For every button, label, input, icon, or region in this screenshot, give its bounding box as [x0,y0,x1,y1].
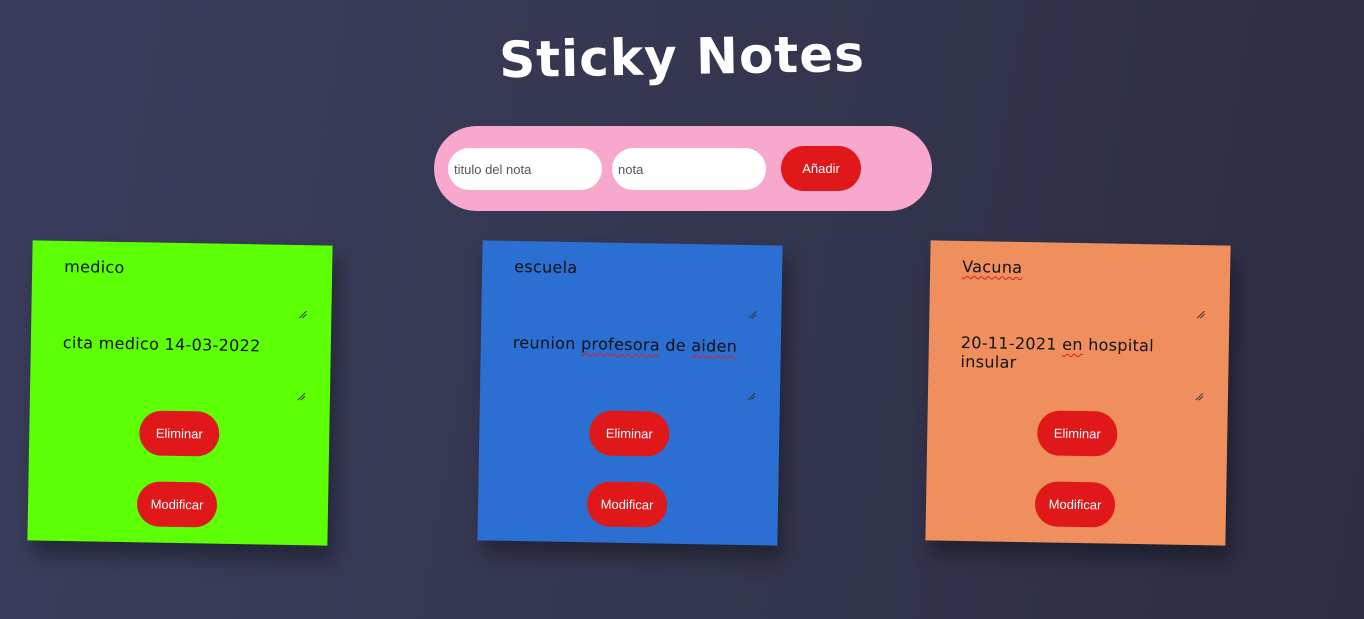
delete-note-button[interactable]: Eliminar [138,410,220,457]
note-text-input[interactable] [612,148,766,190]
add-note-button[interactable]: Añadir [781,146,861,191]
resize-handle-icon[interactable] [748,310,757,319]
note-body-text-part: de [659,335,692,356]
resize-handle-icon[interactable] [747,392,756,401]
resize-handle-icon[interactable] [1196,310,1205,319]
note-title-field[interactable]: escuela [513,257,758,319]
delete-note-button[interactable]: Eliminar [588,410,670,457]
note-body-text-part: aiden [691,336,738,356]
modify-note-button[interactable]: Modificar [1034,481,1116,528]
note-body-text-part: 20-11-2021 [960,332,1063,354]
sticky-note: medico cita medico 14-03-2022 Eliminar M… [27,240,333,546]
note-title-input[interactable] [448,148,602,190]
modify-note-button[interactable]: Modificar [586,481,668,528]
page-title: Sticky Notes [498,24,866,90]
add-note-form: Añadir [434,126,932,211]
note-body-text-part: reunion [512,332,582,354]
note-title-field[interactable]: Vacuna [961,257,1206,319]
sticky-note: escuela reunion profesora de aiden Elimi… [477,240,783,546]
resize-handle-icon[interactable] [298,310,307,319]
sticky-note: Vacuna 20-11-2021 en hospital insular El… [925,240,1231,546]
note-body-field[interactable]: cita medico 14-03-2022 [62,333,307,401]
modify-note-button[interactable]: Modificar [136,481,218,528]
note-title-text: Vacuna [962,256,1023,278]
note-title-text: escuela [514,256,578,278]
note-body-field[interactable]: 20-11-2021 en hospital insular [960,333,1205,401]
delete-note-button[interactable]: Eliminar [1036,410,1118,457]
note-title-text: medico [64,256,125,278]
note-body-text-part: profesora [580,334,661,355]
note-title-field[interactable]: medico [63,257,308,319]
note-body-text: cita medico 14-03-2022 [62,332,261,356]
resize-handle-icon[interactable] [1195,392,1204,401]
resize-handle-icon[interactable] [297,392,306,401]
note-body-text-part: en [1062,334,1083,355]
note-body-field[interactable]: reunion profesora de aiden [512,333,757,401]
